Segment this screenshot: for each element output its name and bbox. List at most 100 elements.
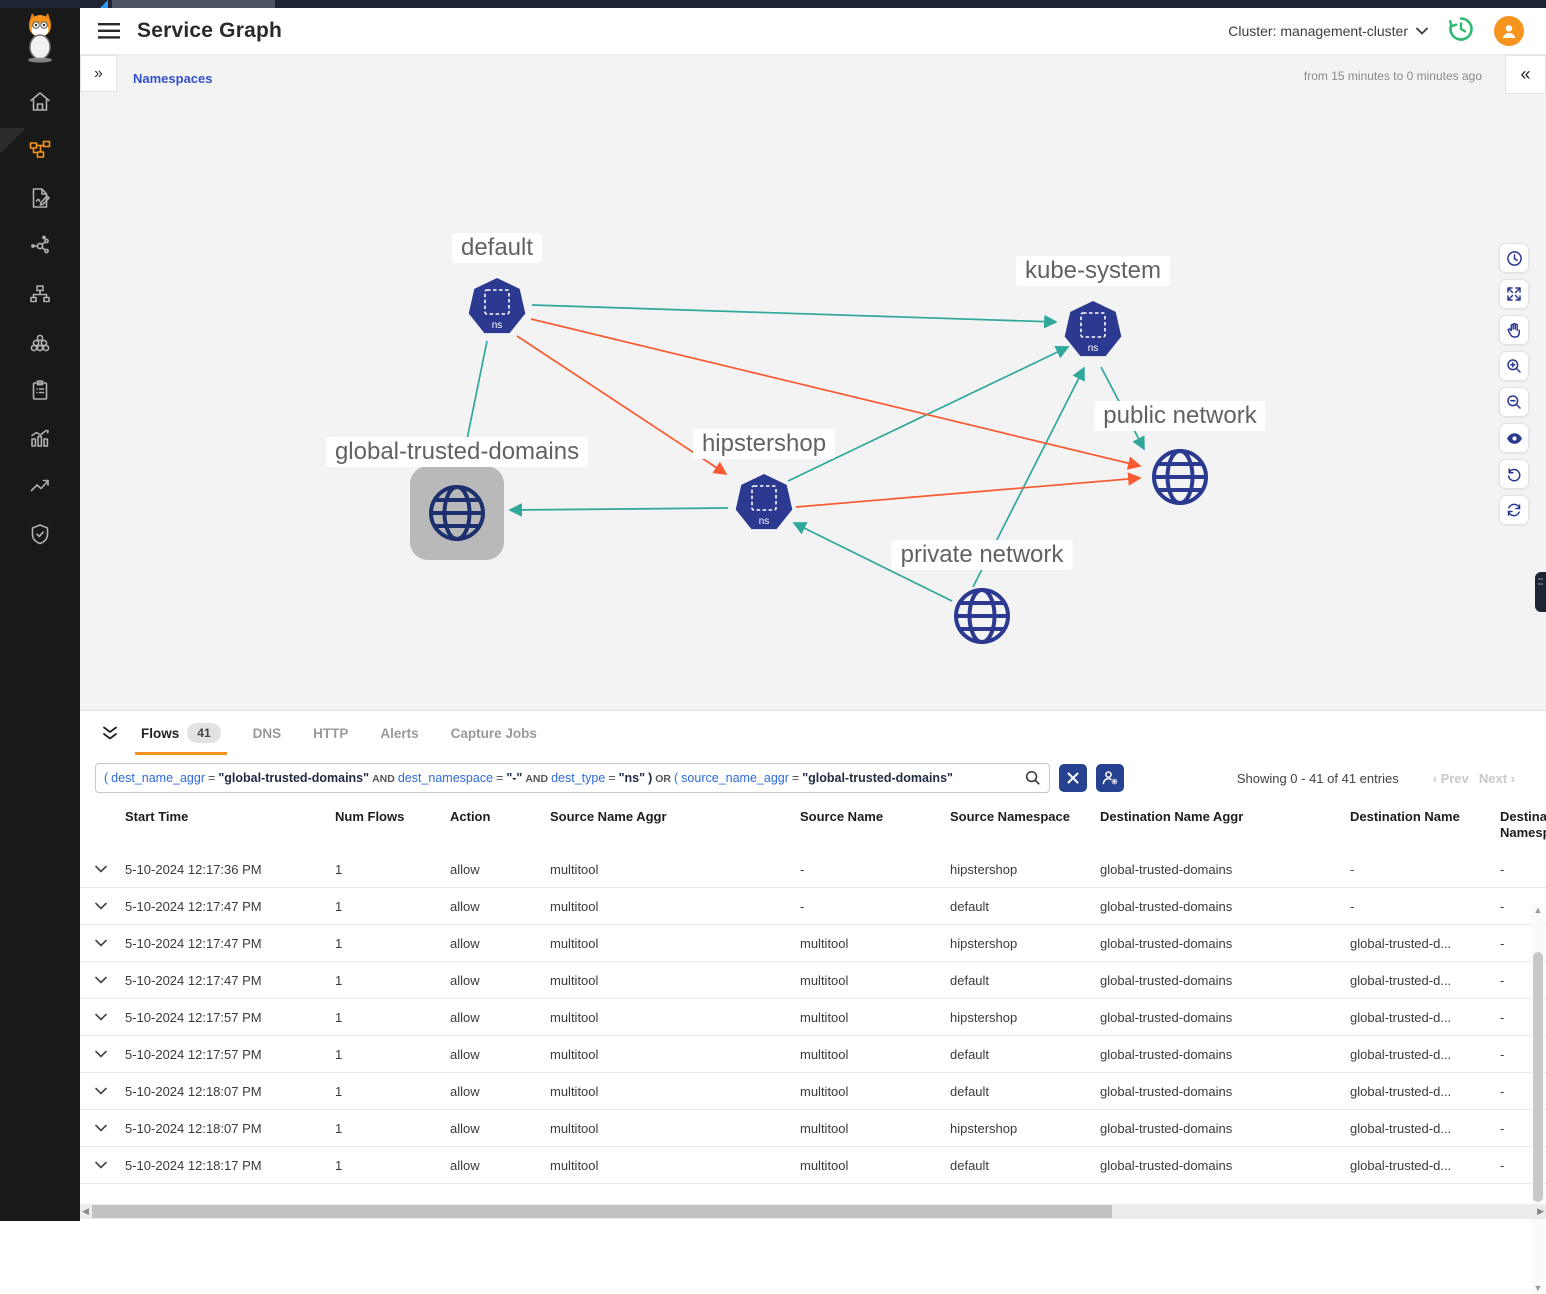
expand-side-panel-button[interactable]: » — [80, 55, 117, 92]
prev-page-button[interactable]: ‹ Prev — [1433, 771, 1469, 786]
table-cell: allow — [450, 899, 550, 914]
column-header[interactable]: Start Time — [125, 809, 335, 825]
service-graph-icon — [28, 138, 52, 162]
zoom-in-button[interactable] — [1499, 351, 1529, 381]
tab-alerts[interactable]: Alerts — [364, 711, 434, 755]
column-header[interactable]: Source Namespace — [950, 809, 1100, 825]
graph-node-default[interactable]: nsdefault — [467, 277, 527, 337]
refresh-button[interactable] — [1499, 495, 1529, 525]
table-row[interactable]: 5-10-2024 12:17:47 PM1allowmultitoolmult… — [80, 925, 1546, 962]
tab-badge: 41 — [187, 723, 220, 743]
column-header[interactable]: Destination Namespace — [1500, 809, 1546, 842]
graph-edge-hipstershop-to-global-trusted-domains[interactable] — [510, 508, 728, 510]
fit-screen-button[interactable] — [1499, 279, 1529, 309]
collapse-right-panel-button[interactable]: « — [1505, 55, 1546, 94]
table-cell: default — [950, 1158, 1100, 1173]
collapse-panel-button[interactable] — [95, 718, 125, 748]
tab-capture-jobs[interactable]: Capture Jobs — [435, 711, 553, 755]
tab-http[interactable]: HTTP — [297, 711, 364, 755]
column-header[interactable]: Action — [450, 809, 550, 825]
row-expand-chevron-icon[interactable] — [95, 1087, 125, 1095]
tab-label: HTTP — [313, 726, 348, 741]
cluster-selector[interactable]: Cluster: management-cluster — [1228, 23, 1428, 39]
column-header[interactable]: Source Name Aggr — [550, 809, 800, 825]
next-page-button[interactable]: Next › — [1479, 771, 1515, 786]
table-row[interactable]: 5-10-2024 12:17:57 PM1allowmultitoolmult… — [80, 999, 1546, 1036]
refresh-icon — [1506, 502, 1522, 518]
sidebar-item-home[interactable] — [0, 78, 80, 126]
table-row[interactable]: 5-10-2024 12:17:47 PM1allowmultitoolmult… — [80, 962, 1546, 999]
row-expand-chevron-icon[interactable] — [95, 1161, 125, 1169]
table-row[interactable]: 5-10-2024 12:18:07 PM1allowmultitoolmult… — [80, 1110, 1546, 1147]
graph-node-global-trusted-domains[interactable]: global-trusted-domains — [425, 481, 489, 545]
column-header[interactable]: Destination Name Aggr — [1100, 809, 1350, 825]
expand-arrows-icon — [1506, 286, 1522, 302]
breadcrumb[interactable]: Namespaces — [133, 71, 213, 86]
hamburger-menu-button[interactable] — [95, 17, 123, 45]
svg-text:ns: ns — [1088, 343, 1099, 354]
sidebar-item-clusters[interactable] — [0, 318, 80, 366]
graph-edge-default-to-kube-system[interactable] — [532, 305, 1056, 322]
row-expand-chevron-icon[interactable] — [95, 976, 125, 984]
row-expand-chevron-icon[interactable] — [95, 1050, 125, 1058]
graph-node-kube-system[interactable]: nskube-system — [1063, 300, 1123, 360]
sidebar-item-nodes[interactable] — [0, 222, 80, 270]
row-expand-chevron-icon[interactable] — [95, 1013, 125, 1021]
time-settings-button[interactable] — [1499, 243, 1529, 273]
close-icon — [1067, 772, 1079, 784]
sidebar-item-security[interactable] — [0, 510, 80, 558]
clock-icon — [1506, 250, 1523, 267]
pan-tool-button[interactable] — [1499, 315, 1529, 345]
table-row[interactable]: 5-10-2024 12:17:36 PM1allowmultitool-hip… — [80, 851, 1546, 888]
undo-button[interactable] — [1499, 459, 1529, 489]
column-header[interactable]: Destination Name — [1350, 809, 1500, 825]
tab-dns[interactable]: DNS — [237, 711, 298, 755]
sidebar-item-activity[interactable] — [0, 414, 80, 462]
filter-token-op: = — [792, 771, 799, 785]
table-cell: multitool — [550, 936, 800, 951]
sidebar-item-service-graph[interactable] — [0, 126, 80, 174]
table-row[interactable]: 5-10-2024 12:17:47 PM1allowmultitool-def… — [80, 888, 1546, 925]
row-expand-chevron-icon[interactable] — [95, 939, 125, 947]
browser-top-strip — [0, 0, 1546, 8]
column-settings-button[interactable] — [1096, 764, 1124, 792]
column-header[interactable]: Source Name — [800, 809, 950, 825]
table-cell: - — [800, 862, 950, 877]
row-expand-chevron-icon[interactable] — [95, 902, 125, 910]
table-cell: global-trusted-d... — [1350, 1121, 1500, 1136]
row-expand-chevron-icon[interactable] — [95, 865, 125, 873]
filter-token-keyword: AND — [372, 773, 395, 785]
table-horizontal-scrollbar[interactable]: ◀ ▶ — [80, 1204, 1546, 1219]
table-row[interactable]: 5-10-2024 12:18:17 PM1allowmultitoolmult… — [80, 1147, 1546, 1184]
column-header[interactable]: Num Flows — [335, 809, 450, 825]
graph-edge-default-to-public-network[interactable] — [531, 319, 1140, 466]
sidebar-item-endpoints[interactable] — [0, 270, 80, 318]
sidebar-item-trends[interactable] — [0, 462, 80, 510]
filter-query-input[interactable]: (dest_name_aggr="global-trusted-domains"… — [95, 763, 1050, 793]
graph-node-label: global-trusted-domains — [326, 437, 588, 467]
table-cell: global-trusted-d... — [1350, 1010, 1500, 1025]
zoom-out-button[interactable] — [1499, 387, 1529, 417]
network-globe-icon — [950, 584, 1014, 648]
filter-token-keyword: AND — [525, 773, 548, 785]
table-cell: allow — [450, 973, 550, 988]
app-logo-cat[interactable] — [0, 8, 80, 66]
sidebar-item-policies[interactable] — [0, 174, 80, 222]
user-avatar-button[interactable] — [1494, 16, 1524, 46]
clear-filter-button[interactable] — [1059, 764, 1087, 792]
service-graph-canvas[interactable]: nsdefault nskube-system nshipstershop globa… — [80, 55, 1546, 710]
graph-node-private-network[interactable]: private network — [950, 584, 1014, 648]
tab-flows[interactable]: Flows41 — [125, 711, 237, 755]
graph-node-public-network[interactable]: public network — [1148, 445, 1212, 509]
svg-text:ns: ns — [759, 516, 770, 527]
graph-node-hipstershop[interactable]: nshipstershop — [734, 473, 794, 533]
right-panel-handle[interactable] — [1535, 572, 1546, 612]
graph-edge-hipstershop-to-public-network[interactable] — [796, 478, 1140, 507]
visibility-button[interactable] — [1499, 423, 1529, 453]
row-expand-chevron-icon[interactable] — [95, 1124, 125, 1132]
table-vertical-scrollbar[interactable]: ▲ ▼ — [1532, 904, 1544, 1294]
table-row[interactable]: 5-10-2024 12:17:57 PM1allowmultitoolmult… — [80, 1036, 1546, 1073]
table-row[interactable]: 5-10-2024 12:18:07 PM1allowmultitoolmult… — [80, 1073, 1546, 1110]
history-button[interactable] — [1446, 14, 1476, 49]
sidebar-item-compliance[interactable] — [0, 366, 80, 414]
